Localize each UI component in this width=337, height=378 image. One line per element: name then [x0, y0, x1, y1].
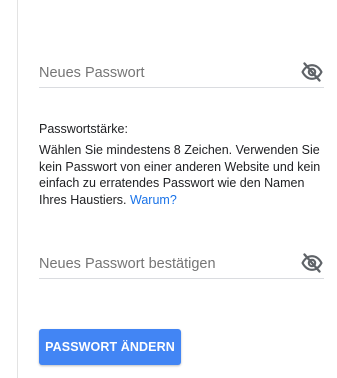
change-password-button[interactable]: PASSWORT ÄNDERN — [39, 329, 181, 365]
eye-off-icon[interactable] — [300, 252, 324, 274]
password-strength-hint: Wählen Sie mindestens 8 Zeichen. Verwend… — [39, 142, 329, 208]
eye-off-icon-graphic — [301, 62, 323, 82]
new-password-input[interactable] — [39, 60, 284, 86]
change-password-page: Passwortstärke: Wählen Sie mindestens 8 … — [0, 0, 337, 378]
password-strength-description: Wählen Sie mindestens 8 Zeichen. Verwend… — [39, 143, 321, 207]
confirm-password-input[interactable] — [39, 251, 284, 277]
why-link[interactable]: Warum? — [130, 193, 177, 207]
eye-off-icon-graphic — [301, 253, 323, 273]
password-strength-title: Passwortstärke: — [39, 122, 128, 136]
confirm-password-field — [39, 251, 324, 279]
eye-off-icon[interactable] — [300, 61, 324, 83]
left-divider — [17, 0, 18, 378]
new-password-field — [39, 60, 324, 88]
